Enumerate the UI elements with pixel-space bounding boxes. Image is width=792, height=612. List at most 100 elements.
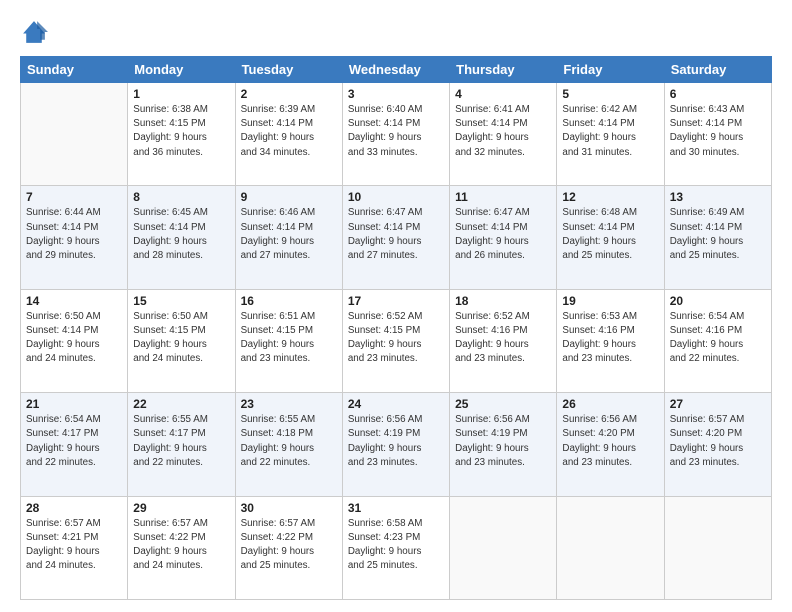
day-number: 12: [562, 190, 658, 204]
day-number: 19: [562, 294, 658, 308]
day-info: Sunrise: 6:57 AMSunset: 4:21 PMDaylight:…: [26, 517, 122, 574]
day-info: Sunrise: 6:49 AMSunset: 4:14 PMDaylight:…: [670, 206, 766, 263]
day-info: Sunrise: 6:45 AMSunset: 4:14 PMDaylight:…: [133, 206, 229, 263]
day-cell: 18 Sunrise: 6:52 AMSunset: 4:16 PMDayligh…: [450, 289, 557, 392]
day-cell: 3 Sunrise: 6:40 AMSunset: 4:14 PMDaylight…: [342, 83, 449, 186]
day-info: Sunrise: 6:53 AMSunset: 4:16 PMDaylight:…: [562, 310, 658, 367]
header-day-thursday: Thursday: [450, 57, 557, 83]
day-info: Sunrise: 6:55 AMSunset: 4:18 PMDaylight:…: [241, 413, 337, 470]
day-info: Sunrise: 6:54 AMSunset: 4:16 PMDaylight:…: [670, 310, 766, 367]
day-cell: 31 Sunrise: 6:58 AMSunset: 4:23 PMDayligh…: [342, 496, 449, 599]
day-number: 22: [133, 397, 229, 411]
day-cell: 25 Sunrise: 6:56 AMSunset: 4:19 PMDayligh…: [450, 393, 557, 496]
day-cell: 26 Sunrise: 6:56 AMSunset: 4:20 PMDayligh…: [557, 393, 664, 496]
day-number: 15: [133, 294, 229, 308]
day-number: 7: [26, 190, 122, 204]
day-number: 25: [455, 397, 551, 411]
week-row-1: 1Sunrise: 6:38 AMSunset: 4:15 PMDaylight…: [21, 83, 772, 186]
day-info: Sunrise: 6:58 AMSunset: 4:23 PMDaylight:…: [348, 517, 444, 574]
day-cell: 28 Sunrise: 6:57 AMSunset: 4:21 PMDayligh…: [21, 496, 128, 599]
week-row-2: 7Sunrise: 6:44 AMSunset: 4:14 PMDaylight…: [21, 186, 772, 289]
day-cell: [664, 496, 771, 599]
day-cell: 4 Sunrise: 6:41 AMSunset: 4:14 PMDaylight…: [450, 83, 557, 186]
day-info: Sunrise: 6:55 AMSunset: 4:17 PMDaylight:…: [133, 413, 229, 470]
day-cell: 24Sunrise: 6:56 AMSunset: 4:19 PMDayligh…: [342, 393, 449, 496]
day-number: 4: [455, 87, 551, 101]
day-number: 10: [348, 190, 444, 204]
day-number: 2: [241, 87, 337, 101]
day-info: Sunrise: 6:41 AMSunset: 4:14 PMDaylight:…: [455, 103, 551, 160]
day-number: 18: [455, 294, 551, 308]
day-number: 11: [455, 190, 551, 204]
day-cell: 5Sunrise: 6:42 AMSunset: 4:14 PMDaylight…: [557, 83, 664, 186]
day-cell: [450, 496, 557, 599]
day-info: Sunrise: 6:46 AMSunset: 4:14 PMDaylight:…: [241, 206, 337, 263]
day-number: 30: [241, 501, 337, 515]
day-number: 24: [348, 397, 444, 411]
day-number: 5: [562, 87, 658, 101]
day-info: Sunrise: 6:54 AMSunset: 4:17 PMDaylight:…: [26, 413, 122, 470]
day-number: 14: [26, 294, 122, 308]
day-info: Sunrise: 6:52 AMSunset: 4:16 PMDaylight:…: [455, 310, 551, 367]
day-cell: 7Sunrise: 6:44 AMSunset: 4:14 PMDaylight…: [21, 186, 128, 289]
day-number: 28: [26, 501, 122, 515]
day-cell: [557, 496, 664, 599]
day-number: 23: [241, 397, 337, 411]
day-number: 3: [348, 87, 444, 101]
day-cell: 2 Sunrise: 6:39 AMSunset: 4:14 PMDaylight…: [235, 83, 342, 186]
day-cell: 10 Sunrise: 6:47 AMSunset: 4:14 PMDayligh…: [342, 186, 449, 289]
day-cell: 29 Sunrise: 6:57 AMSunset: 4:22 PMDayligh…: [128, 496, 235, 599]
day-info: Sunrise: 6:57 AMSunset: 4:20 PMDaylight:…: [670, 413, 766, 470]
day-number: 17: [348, 294, 444, 308]
day-number: 9: [241, 190, 337, 204]
logo: [20, 18, 52, 46]
day-cell: 12 Sunrise: 6:48 AMSunset: 4:14 PMDayligh…: [557, 186, 664, 289]
header: [20, 18, 772, 46]
calendar-body: 1Sunrise: 6:38 AMSunset: 4:15 PMDaylight…: [21, 83, 772, 600]
day-cell: 19 Sunrise: 6:53 AMSunset: 4:16 PMDayligh…: [557, 289, 664, 392]
day-cell: 9 Sunrise: 6:46 AMSunset: 4:14 PMDaylight…: [235, 186, 342, 289]
week-row-4: 21 Sunrise: 6:54 AMSunset: 4:17 PMDayligh…: [21, 393, 772, 496]
day-info: Sunrise: 6:38 AMSunset: 4:15 PMDaylight:…: [133, 103, 229, 160]
day-info: Sunrise: 6:48 AMSunset: 4:14 PMDaylight:…: [562, 206, 658, 263]
day-number: 31: [348, 501, 444, 515]
header-day-saturday: Saturday: [664, 57, 771, 83]
day-number: 6: [670, 87, 766, 101]
day-number: 13: [670, 190, 766, 204]
day-info: Sunrise: 6:56 AMSunset: 4:19 PMDaylight:…: [455, 413, 551, 470]
day-number: 29: [133, 501, 229, 515]
day-number: 20: [670, 294, 766, 308]
day-cell: 14 Sunrise: 6:50 AMSunset: 4:14 PMDayligh…: [21, 289, 128, 392]
week-row-5: 28 Sunrise: 6:57 AMSunset: 4:21 PMDayligh…: [21, 496, 772, 599]
day-cell: 13 Sunrise: 6:49 AMSunset: 4:14 PMDayligh…: [664, 186, 771, 289]
day-info: Sunrise: 6:52 AMSunset: 4:15 PMDaylight:…: [348, 310, 444, 367]
day-cell: 22 Sunrise: 6:55 AMSunset: 4:17 PMDayligh…: [128, 393, 235, 496]
day-info: Sunrise: 6:40 AMSunset: 4:14 PMDaylight:…: [348, 103, 444, 160]
day-info: Sunrise: 6:47 AMSunset: 4:14 PMDaylight:…: [348, 206, 444, 263]
calendar-header: SundayMondayTuesdayWednesdayThursdayFrid…: [21, 57, 772, 83]
day-info: Sunrise: 6:39 AMSunset: 4:14 PMDaylight:…: [241, 103, 337, 160]
day-cell: 27 Sunrise: 6:57 AMSunset: 4:20 PMDayligh…: [664, 393, 771, 496]
day-cell: [21, 83, 128, 186]
day-info: Sunrise: 6:57 AMSunset: 4:22 PMDaylight:…: [241, 517, 337, 574]
header-row: SundayMondayTuesdayWednesdayThursdayFrid…: [21, 57, 772, 83]
day-number: 8: [133, 190, 229, 204]
day-info: Sunrise: 6:57 AMSunset: 4:22 PMDaylight:…: [133, 517, 229, 574]
header-day-wednesday: Wednesday: [342, 57, 449, 83]
page: SundayMondayTuesdayWednesdayThursdayFrid…: [0, 0, 792, 612]
day-number: 21: [26, 397, 122, 411]
day-info: Sunrise: 6:50 AMSunset: 4:15 PMDaylight:…: [133, 310, 229, 367]
day-cell: 8 Sunrise: 6:45 AMSunset: 4:14 PMDaylight…: [128, 186, 235, 289]
day-cell: 17 Sunrise: 6:52 AMSunset: 4:15 PMDayligh…: [342, 289, 449, 392]
day-info: Sunrise: 6:56 AMSunset: 4:20 PMDaylight:…: [562, 413, 658, 470]
day-info: Sunrise: 6:51 AMSunset: 4:15 PMDaylight:…: [241, 310, 337, 367]
day-cell: 1Sunrise: 6:38 AMSunset: 4:15 PMDaylight…: [128, 83, 235, 186]
day-number: 27: [670, 397, 766, 411]
header-day-sunday: Sunday: [21, 57, 128, 83]
day-info: Sunrise: 6:43 AMSunset: 4:14 PMDaylight:…: [670, 103, 766, 160]
day-number: 26: [562, 397, 658, 411]
header-day-tuesday: Tuesday: [235, 57, 342, 83]
day-cell: 21 Sunrise: 6:54 AMSunset: 4:17 PMDayligh…: [21, 393, 128, 496]
day-cell: 23 Sunrise: 6:55 AMSunset: 4:18 PMDayligh…: [235, 393, 342, 496]
day-info: Sunrise: 6:50 AMSunset: 4:14 PMDaylight:…: [26, 310, 122, 367]
